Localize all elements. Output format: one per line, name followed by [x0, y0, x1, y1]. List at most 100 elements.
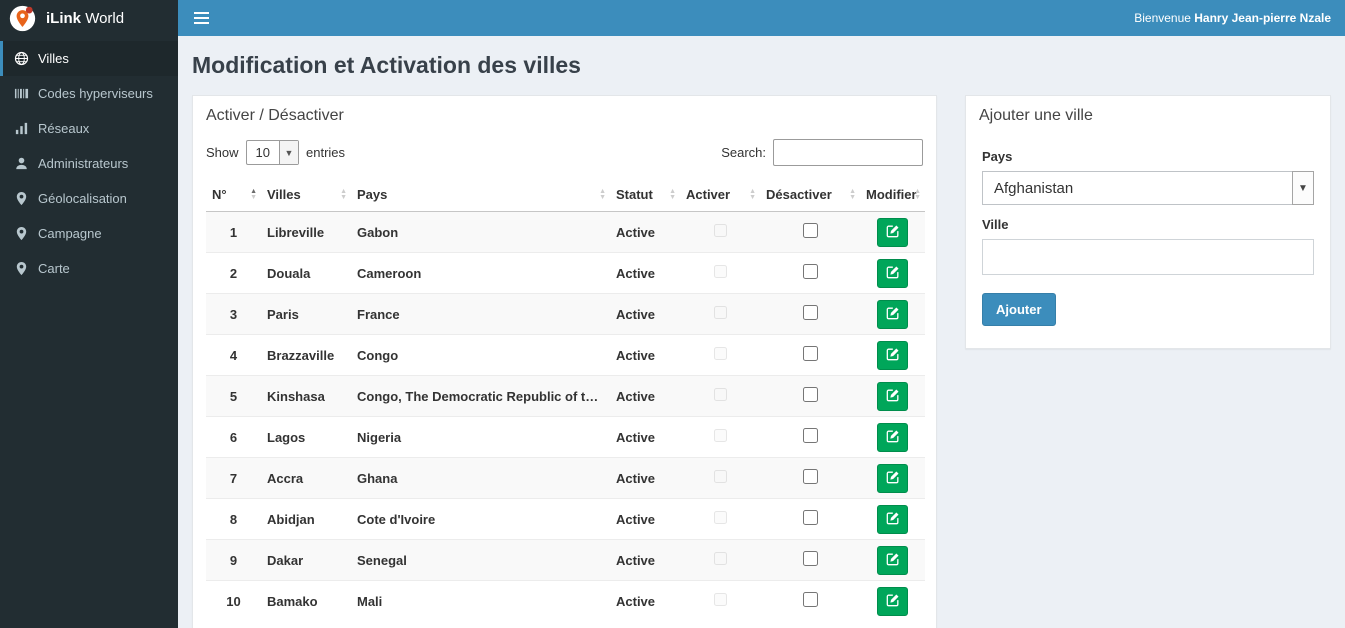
country-select[interactable]: Afghanistan ▼ [982, 171, 1314, 205]
table-header-row: N° ▲ ▼ Villes ▲ ▼ Pays ▲ ▼ Statut ▲ ▼ Activer ▲ ▼ Désac… [206, 178, 925, 212]
column-header-label: Désactiver [766, 187, 832, 202]
deactivate-checkbox[interactable] [802, 592, 818, 608]
row-number-cell: 1 [229, 224, 238, 240]
status-cell: Active [610, 498, 680, 540]
activate-checkbox [713, 470, 727, 483]
status-cell: Active [610, 375, 680, 417]
sidebar-item-carte[interactable]: Carte [0, 251, 178, 286]
column-header-0[interactable]: N° ▲ ▼ [206, 178, 261, 212]
country-cell: Mali [351, 580, 610, 622]
table-row: 2 Douala Cameroon Active [206, 252, 925, 294]
edit-icon [886, 224, 900, 241]
column-header-2[interactable]: Pays ▲ ▼ [351, 178, 610, 212]
sort-icon: ▲ ▼ [250, 187, 257, 201]
topbar: iLink World Bienvenue Hanry Jean-pierre … [0, 0, 1345, 36]
column-header-4[interactable]: Activer ▲ ▼ [680, 178, 760, 212]
edit-icon [886, 347, 900, 364]
brand-light: World [85, 9, 125, 27]
city-cell: Abidjan [261, 498, 351, 540]
deactivate-checkbox[interactable] [802, 264, 818, 279]
sidebar-item-label: Administrateurs [38, 156, 129, 171]
city-cell: Libreville [267, 224, 325, 240]
edit-button[interactable] [877, 422, 908, 452]
sidebar-item-reseaux[interactable]: Réseaux [0, 111, 178, 146]
row-number-cell: 2 [206, 252, 261, 294]
column-header-6[interactable]: Modifier ▲ ▼ [860, 178, 925, 212]
row-number-cell: 10 [206, 580, 261, 622]
edit-button[interactable] [877, 299, 908, 329]
activate-checkbox [713, 593, 727, 607]
edit-icon [886, 552, 900, 569]
add-city-button[interactable]: Ajouter [982, 293, 1056, 326]
status-cell: Active [610, 539, 680, 581]
sort-icon: ▲ ▼ [599, 187, 606, 201]
sort-icon: ▲ ▼ [849, 187, 856, 201]
edit-button[interactable] [877, 340, 908, 370]
page-length-select[interactable]: 10 ▼ [245, 140, 299, 165]
activate-checkbox [713, 511, 727, 524]
column-header-3[interactable]: Statut ▲ ▼ [610, 178, 680, 212]
map-marker-icon [14, 226, 29, 241]
column-header-5[interactable]: Désactiver ▲ ▼ [760, 178, 860, 212]
deactivate-checkbox[interactable] [802, 387, 818, 402]
edit-button[interactable] [877, 258, 908, 288]
edit-button[interactable] [877, 217, 908, 247]
activate-checkbox [713, 552, 727, 565]
page-length-value: 10 [255, 145, 270, 160]
column-header-label: Activer [686, 187, 731, 202]
edit-button[interactable] [877, 504, 908, 534]
sidebar-item-villes[interactable]: Villes [0, 41, 178, 76]
column-header-1[interactable]: Villes ▲ ▼ [261, 178, 351, 212]
deactivate-checkbox[interactable] [802, 223, 818, 238]
app-logo[interactable]: iLink World [0, 0, 178, 36]
table-panel-title: Activer / Désactiver [206, 107, 344, 124]
deactivate-checkbox[interactable] [802, 428, 818, 443]
table-row: 6 Lagos Nigeria Active [206, 416, 925, 458]
sidebar-item-administrateurs[interactable]: Administrateurs [0, 146, 178, 181]
sidebar-item-geolocalisation[interactable]: Géolocalisation [0, 181, 178, 216]
deactivate-checkbox[interactable] [802, 551, 818, 566]
row-number-cell: 3 [206, 293, 261, 335]
edit-button[interactable] [877, 463, 908, 493]
activate-checkbox [713, 347, 727, 360]
country-cell: Cameroon [351, 252, 610, 294]
welcome-prefix: Bienvenue [1134, 11, 1195, 25]
city-input[interactable] [982, 239, 1314, 275]
sidebar-item-label: Réseaux [38, 121, 90, 136]
status-cell: Active [616, 224, 656, 240]
edit-icon [886, 593, 900, 610]
city-cell: Dakar [261, 539, 351, 581]
edit-icon [886, 388, 900, 405]
edit-button[interactable] [877, 586, 908, 616]
table-footer: Showing 1 to 10 of 17 entries Previous 1… [193, 622, 936, 628]
row-number-cell: 6 [206, 416, 261, 458]
city-cell: Douala [261, 252, 351, 294]
sidebar-item-label: Codes hyperviseurs [38, 86, 153, 101]
deactivate-checkbox[interactable] [802, 510, 818, 525]
brand-text: iLink World [46, 10, 124, 27]
user-icon [14, 156, 29, 171]
deactivate-checkbox[interactable] [802, 346, 818, 361]
search-input[interactable] [773, 139, 923, 166]
main-content: Modification et Activation des villes Ac… [178, 36, 1345, 628]
sidebar-toggle-button[interactable] [178, 0, 224, 36]
table-row: 3 Paris France Active [206, 293, 925, 335]
deactivate-checkbox[interactable] [802, 305, 818, 320]
country-cell: Cote d'Ivoire [351, 498, 610, 540]
sidebar-item-codes-hyperviseurs[interactable]: Codes hyperviseurs [0, 76, 178, 111]
sort-icon: ▲ ▼ [914, 187, 921, 201]
edit-icon [886, 470, 900, 487]
map-marker-icon [14, 261, 29, 276]
deactivate-checkbox[interactable] [802, 469, 818, 484]
country-cell: Ghana [351, 457, 610, 499]
edit-icon [886, 511, 900, 528]
table-body: 1 Libreville Gabon Active 2 Douala Camer… [206, 211, 925, 622]
edit-button[interactable] [877, 381, 908, 411]
city-cell: Lagos [261, 416, 351, 458]
column-header-label: Pays [357, 187, 388, 202]
table-row: 1 Libreville Gabon Active [206, 211, 925, 253]
sidebar-menu: Villes Codes hyperviseurs Réseaux Admini… [0, 36, 178, 628]
sidebar-item-campagne[interactable]: Campagne [0, 216, 178, 251]
sidebar-item-label: Villes [38, 51, 69, 66]
edit-button[interactable] [877, 545, 908, 575]
